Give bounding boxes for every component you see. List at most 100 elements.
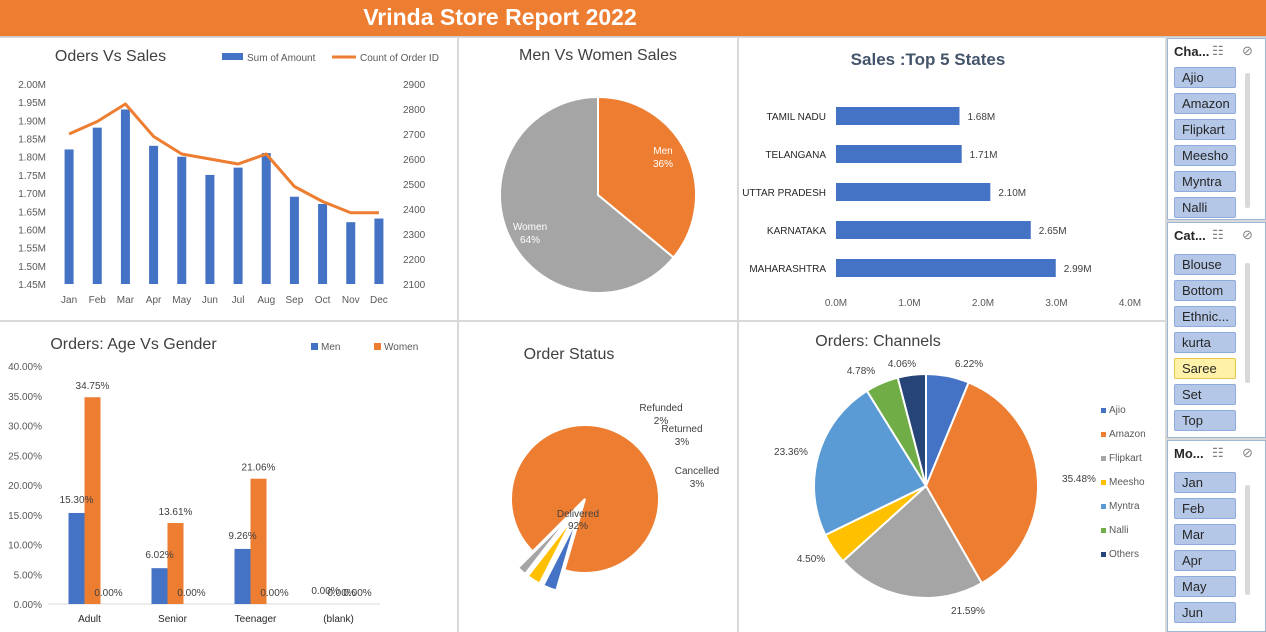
y-left-tick-label: 1.90M [18,116,46,127]
legend-swatch [222,53,243,60]
age-vs-gender-panel[interactable]: Orders: Age Vs Gender 0.00% 5.00% 10.00% 15… [0,322,457,632]
order-count-line [68,102,379,215]
multi-select-icon[interactable]: ☷ [1212,227,1224,243]
slicer-item[interactable]: Top [1174,410,1236,431]
y-tick-label: 20.00% [8,481,42,492]
y-left-tick-label: 1.85M [18,135,46,146]
x-tick-label: Jun [202,295,218,306]
y-left-tick-label: 1.70M [18,189,46,200]
slicer-item[interactable]: Saree [1174,358,1236,379]
data-label: 6.02% [145,550,173,561]
orders-vs-sales-panel[interactable]: Oders Vs Sales 1.45M 1.50M 1.55M 1.60M 1.65M… [0,38,457,320]
slicer-item[interactable]: Ethnic... [1174,306,1236,327]
legend-swatch [1101,480,1106,485]
pie-slice [510,424,660,574]
slicer-item[interactable]: Mar [1174,524,1236,545]
slicer-item[interactable]: Nalli [1174,197,1236,218]
month-slicer[interactable]: Mo... ☷ ⊘ Jan Feb Mar Apr May Jun [1167,440,1266,632]
legend-swatch [1101,552,1106,557]
top-states-panel[interactable]: Sales :Top 5 States TAMIL NADU 1.68M TELAN… [739,38,1165,320]
y-left-tick-label: 1.75M [18,171,46,182]
slicer-item[interactable]: Ajio [1174,67,1236,88]
legend-label: Myntra [1109,501,1140,512]
data-label: 4.50% [797,554,825,565]
y-right-tick-label: 2500 [403,180,426,191]
slicer-scrollbar[interactable] [1245,73,1250,208]
state-bar [836,145,962,163]
channel-slicer[interactable]: Cha... ☷ ⊘ Ajio Amazon Flipkart Meesho Myntr… [1167,38,1266,220]
slicer-title: Cat... [1174,228,1206,243]
data-label: 0.00% [260,588,288,599]
men-bar [151,568,168,604]
data-label: 0.00% [177,588,205,599]
clear-filter-icon[interactable]: ⊘ [1242,227,1253,243]
x-tick-label: Jan [61,295,77,306]
y-tick-label: 35.00% [8,392,42,403]
y-tick-label: 15.00% [8,511,42,522]
y-left-tick-label: 1.80M [18,153,46,164]
legend-label: Meesho [1109,477,1145,488]
legend-label: Men [321,342,340,353]
x-tick-label: 4.0M [1119,298,1141,309]
legend-swatch [1101,432,1106,437]
data-label: 4.06% [888,359,916,370]
slicer-item[interactable]: Jun [1174,602,1236,623]
y-left-tick-label: 1.95M [18,98,46,109]
legend-label: Count of Order ID [360,53,439,64]
category-label: TAMIL NADU [767,112,826,123]
y-right-tick-label: 2700 [403,130,426,141]
amount-bar [120,109,130,284]
x-tick-label: 2.0M [972,298,994,309]
slicer-scrollbar[interactable] [1245,263,1250,383]
slicer-item[interactable]: Feb [1174,498,1236,519]
channels-panel[interactable]: Orders: Channels 6.22% Ajio 35.48% Amazon 21… [739,322,1165,632]
x-tick-label: 3.0M [1045,298,1067,309]
data-label: 2.10M [998,188,1026,199]
slicer-item[interactable]: May [1174,576,1236,597]
slicer-item[interactable]: Jan [1174,472,1236,493]
clear-filter-icon[interactable]: ⊘ [1242,445,1253,461]
slicer-item[interactable]: kurta [1174,332,1236,353]
data-label: 13.61% [159,507,193,518]
slice-label: Men [653,146,672,157]
slicer-item[interactable]: Set [1174,384,1236,405]
slicer-item[interactable]: Myntra [1174,171,1236,192]
slicer-item[interactable]: Apr [1174,550,1236,571]
slicer-item[interactable]: Amazon [1174,93,1236,114]
category-slicer[interactable]: Cat... ☷ ⊘ Blouse Bottom Ethnic... kurta Sar… [1167,222,1266,438]
y-left-tick-label: 1.50M [18,262,46,273]
slicer-item[interactable]: Meesho [1174,145,1236,166]
y-right-tick-label: 2100 [403,280,426,291]
x-tick-label: May [172,295,191,306]
slicer-item[interactable]: Bottom [1174,280,1236,301]
y-tick-label: 25.00% [8,451,42,462]
amount-bar [261,153,271,284]
men-vs-women-panel[interactable]: Men Vs Women Sales Men 36% Women 64% [459,38,737,320]
legend-swatch [374,343,381,350]
multi-select-icon[interactable]: ☷ [1212,43,1224,59]
order-status-panel[interactable]: Order Status Delivered 92% Cancelled 3% Retu… [459,322,737,632]
data-label: 2.99M [1064,264,1092,275]
amount-bar [233,167,243,284]
y-right-tick-label: 2300 [403,230,426,241]
slicer-item[interactable]: Blouse [1174,254,1236,275]
clear-filter-icon[interactable]: ⊘ [1242,43,1253,59]
legend-swatch [1101,456,1106,461]
slice-pct: 3% [690,479,705,490]
data-label: 35.48% [1062,474,1096,485]
slicer-item[interactable]: Flipkart [1174,119,1236,140]
category-label: KARNATAKA [767,226,826,237]
y-tick-label: 0.00% [14,600,42,611]
amount-bar [205,174,215,284]
y-right-tick-label: 2800 [403,105,426,116]
y-left-tick-label: 1.60M [18,225,46,236]
data-label: 21.59% [951,606,985,617]
x-tick-label: Dec [370,295,388,306]
multi-select-icon[interactable]: ☷ [1212,445,1224,461]
x-tick-label: Oct [315,295,331,306]
x-tick-label: Jul [232,295,245,306]
category-label: UTTAR PRADESH [742,188,826,199]
x-tick-label: 1.0M [898,298,920,309]
x-tick-label: Feb [89,295,107,306]
slicer-scrollbar[interactable] [1245,485,1250,595]
